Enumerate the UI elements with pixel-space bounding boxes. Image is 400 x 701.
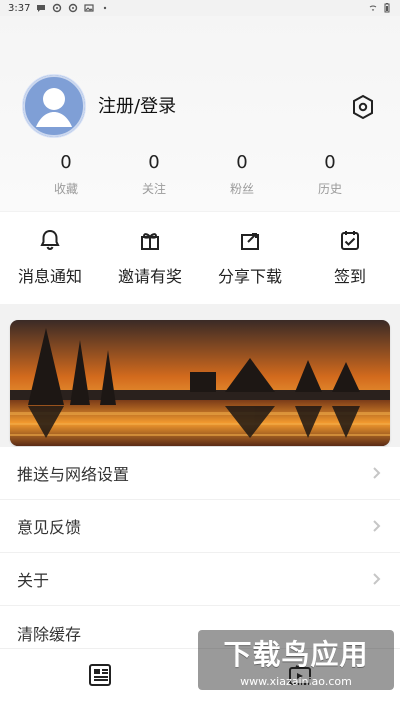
quick-action-checkin[interactable]: 签到 [300,212,400,304]
quick-action-label: 签到 [333,267,366,286]
stat-value: 0 [236,152,248,173]
avatar-icon [23,75,85,137]
quick-action-label: 消息通知 [17,267,82,286]
quick-action-notifications[interactable]: 消息通知 [0,212,100,304]
menu-item-push-network[interactable]: 推送与网络设置 [0,447,400,500]
video-play-icon [289,665,311,685]
stat-value: 0 [324,152,336,173]
avatar[interactable] [22,74,86,138]
stat-label: 收藏 [53,182,78,196]
settings-menu: 推送与网络设置 意见反馈 关于 清除缓存 [0,447,400,659]
menu-item-label: 意见反馈 [17,518,82,537]
menu-item-feedback[interactable]: 意见反馈 [0,500,400,553]
oil-field-sunset-image [10,320,390,446]
chevron-right-icon [368,465,384,481]
status-time: 3:37 [8,2,31,14]
menu-item-label: 推送与网络设置 [17,465,130,484]
login-register[interactable]: 注册/登录 [98,92,176,118]
stat-following[interactable]: 0 关注 [110,152,198,212]
stat-value: 0 [60,152,72,173]
banner[interactable] [10,320,390,446]
quick-action-label: 邀请有奖 [117,267,182,286]
status-left: 3:37 [8,3,110,14]
image-icon [84,3,95,13]
chat-bubble-icon [36,3,46,13]
stat-fans[interactable]: 0 粉丝 [198,152,286,212]
share-icon [236,226,264,254]
stat-favorites[interactable]: 0 收藏 [22,152,110,212]
nav-video[interactable] [280,655,320,695]
quick-action-share[interactable]: 分享下载 [200,212,300,304]
bell-icon [36,226,64,254]
dot-icon [100,3,110,13]
status-right [368,3,392,13]
menu-item-about[interactable]: 关于 [0,553,400,606]
stat-history[interactable]: 0 历史 [286,152,374,212]
hexagon-settings-icon [353,94,373,120]
profile-section: 注册/登录 0 收藏 0 关注 0 粉丝 0 历史 [0,16,400,211]
stat-label: 历史 [317,182,342,196]
stats-row: 0 收藏 0 关注 0 粉丝 0 历史 [0,152,400,212]
settings-button[interactable] [349,93,377,121]
calendar-check-icon [336,226,364,254]
quick-action-invite[interactable]: 邀请有奖 [100,212,200,304]
news-icon [89,664,111,686]
nav-news[interactable] [80,655,120,695]
quick-actions: 消息通知 邀请有奖 分享下载 签到 [0,212,400,304]
stat-value: 0 [148,152,160,173]
chevron-right-icon [368,518,384,534]
settings-icon [68,3,78,13]
quick-action-label: 分享下载 [217,267,282,286]
gift-icon [136,226,164,254]
bottom-nav [0,648,400,701]
battery-icon [382,3,392,13]
wifi-icon [368,3,378,13]
chevron-right-icon [368,571,384,587]
status-bar: 3:37 [0,0,400,16]
menu-item-label: 关于 [17,571,50,590]
menu-item-label: 清除缓存 [17,624,82,644]
stat-label: 关注 [141,182,166,196]
stat-label: 粉丝 [229,182,254,196]
settings-icon [52,3,62,13]
